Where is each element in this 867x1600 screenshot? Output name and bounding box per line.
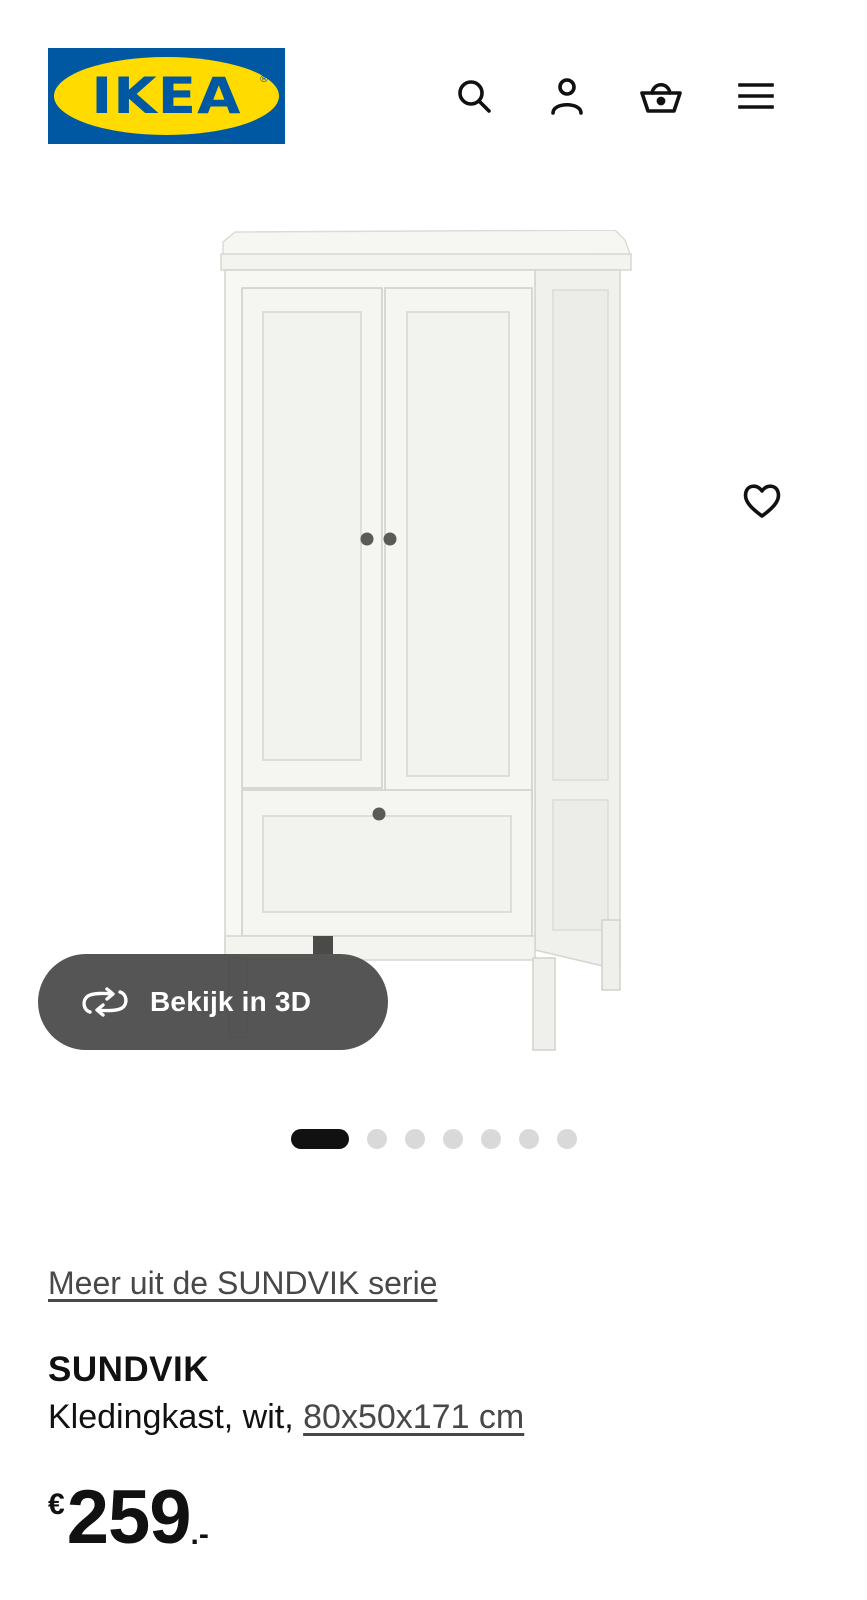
product-description: Kledingkast, wit, 80x50x171 cm xyxy=(48,1398,524,1437)
product-description-text: Kledingkast, wit, xyxy=(48,1398,304,1436)
menu-icon[interactable] xyxy=(732,72,780,120)
basket-icon[interactable] xyxy=(637,72,685,120)
view-in-3d-button[interactable]: Bekijk in 3D xyxy=(38,954,388,1050)
carousel-dot[interactable] xyxy=(404,1129,425,1149)
carousel-dot[interactable] xyxy=(518,1129,539,1149)
carousel-dot[interactable] xyxy=(442,1129,463,1149)
price-amount: 259 xyxy=(66,1475,192,1560)
carousel-pagination xyxy=(0,1128,867,1150)
carousel-dot[interactable] xyxy=(556,1129,577,1149)
favorite-heart-icon[interactable] xyxy=(738,477,786,525)
logo-text: IKEA xyxy=(91,67,242,125)
product-image[interactable] xyxy=(205,230,655,1070)
logo-registered-mark: ® xyxy=(259,74,269,85)
site-header: IKEA ® xyxy=(0,0,867,160)
carousel-dot[interactable] xyxy=(480,1129,501,1149)
series-link[interactable]: Meer uit de SUNDVIK serie xyxy=(48,1265,437,1302)
ikea-logo[interactable]: IKEA ® xyxy=(48,48,285,144)
price-decimal: .- xyxy=(190,1518,209,1551)
search-icon[interactable] xyxy=(450,72,498,120)
carousel-dot[interactable] xyxy=(366,1129,387,1149)
carousel-dot-active[interactable] xyxy=(290,1129,349,1149)
product-dimensions-link[interactable]: 80x50x171 cm xyxy=(303,1398,524,1436)
rotate-3d-icon xyxy=(82,987,128,1017)
account-icon[interactable] xyxy=(543,72,591,120)
product-name: SUNDVIK xyxy=(48,1350,210,1389)
price-currency: € xyxy=(48,1488,65,1521)
view-in-3d-label: Bekijk in 3D xyxy=(150,986,312,1017)
product-price: € 259 .- xyxy=(48,1478,209,1568)
